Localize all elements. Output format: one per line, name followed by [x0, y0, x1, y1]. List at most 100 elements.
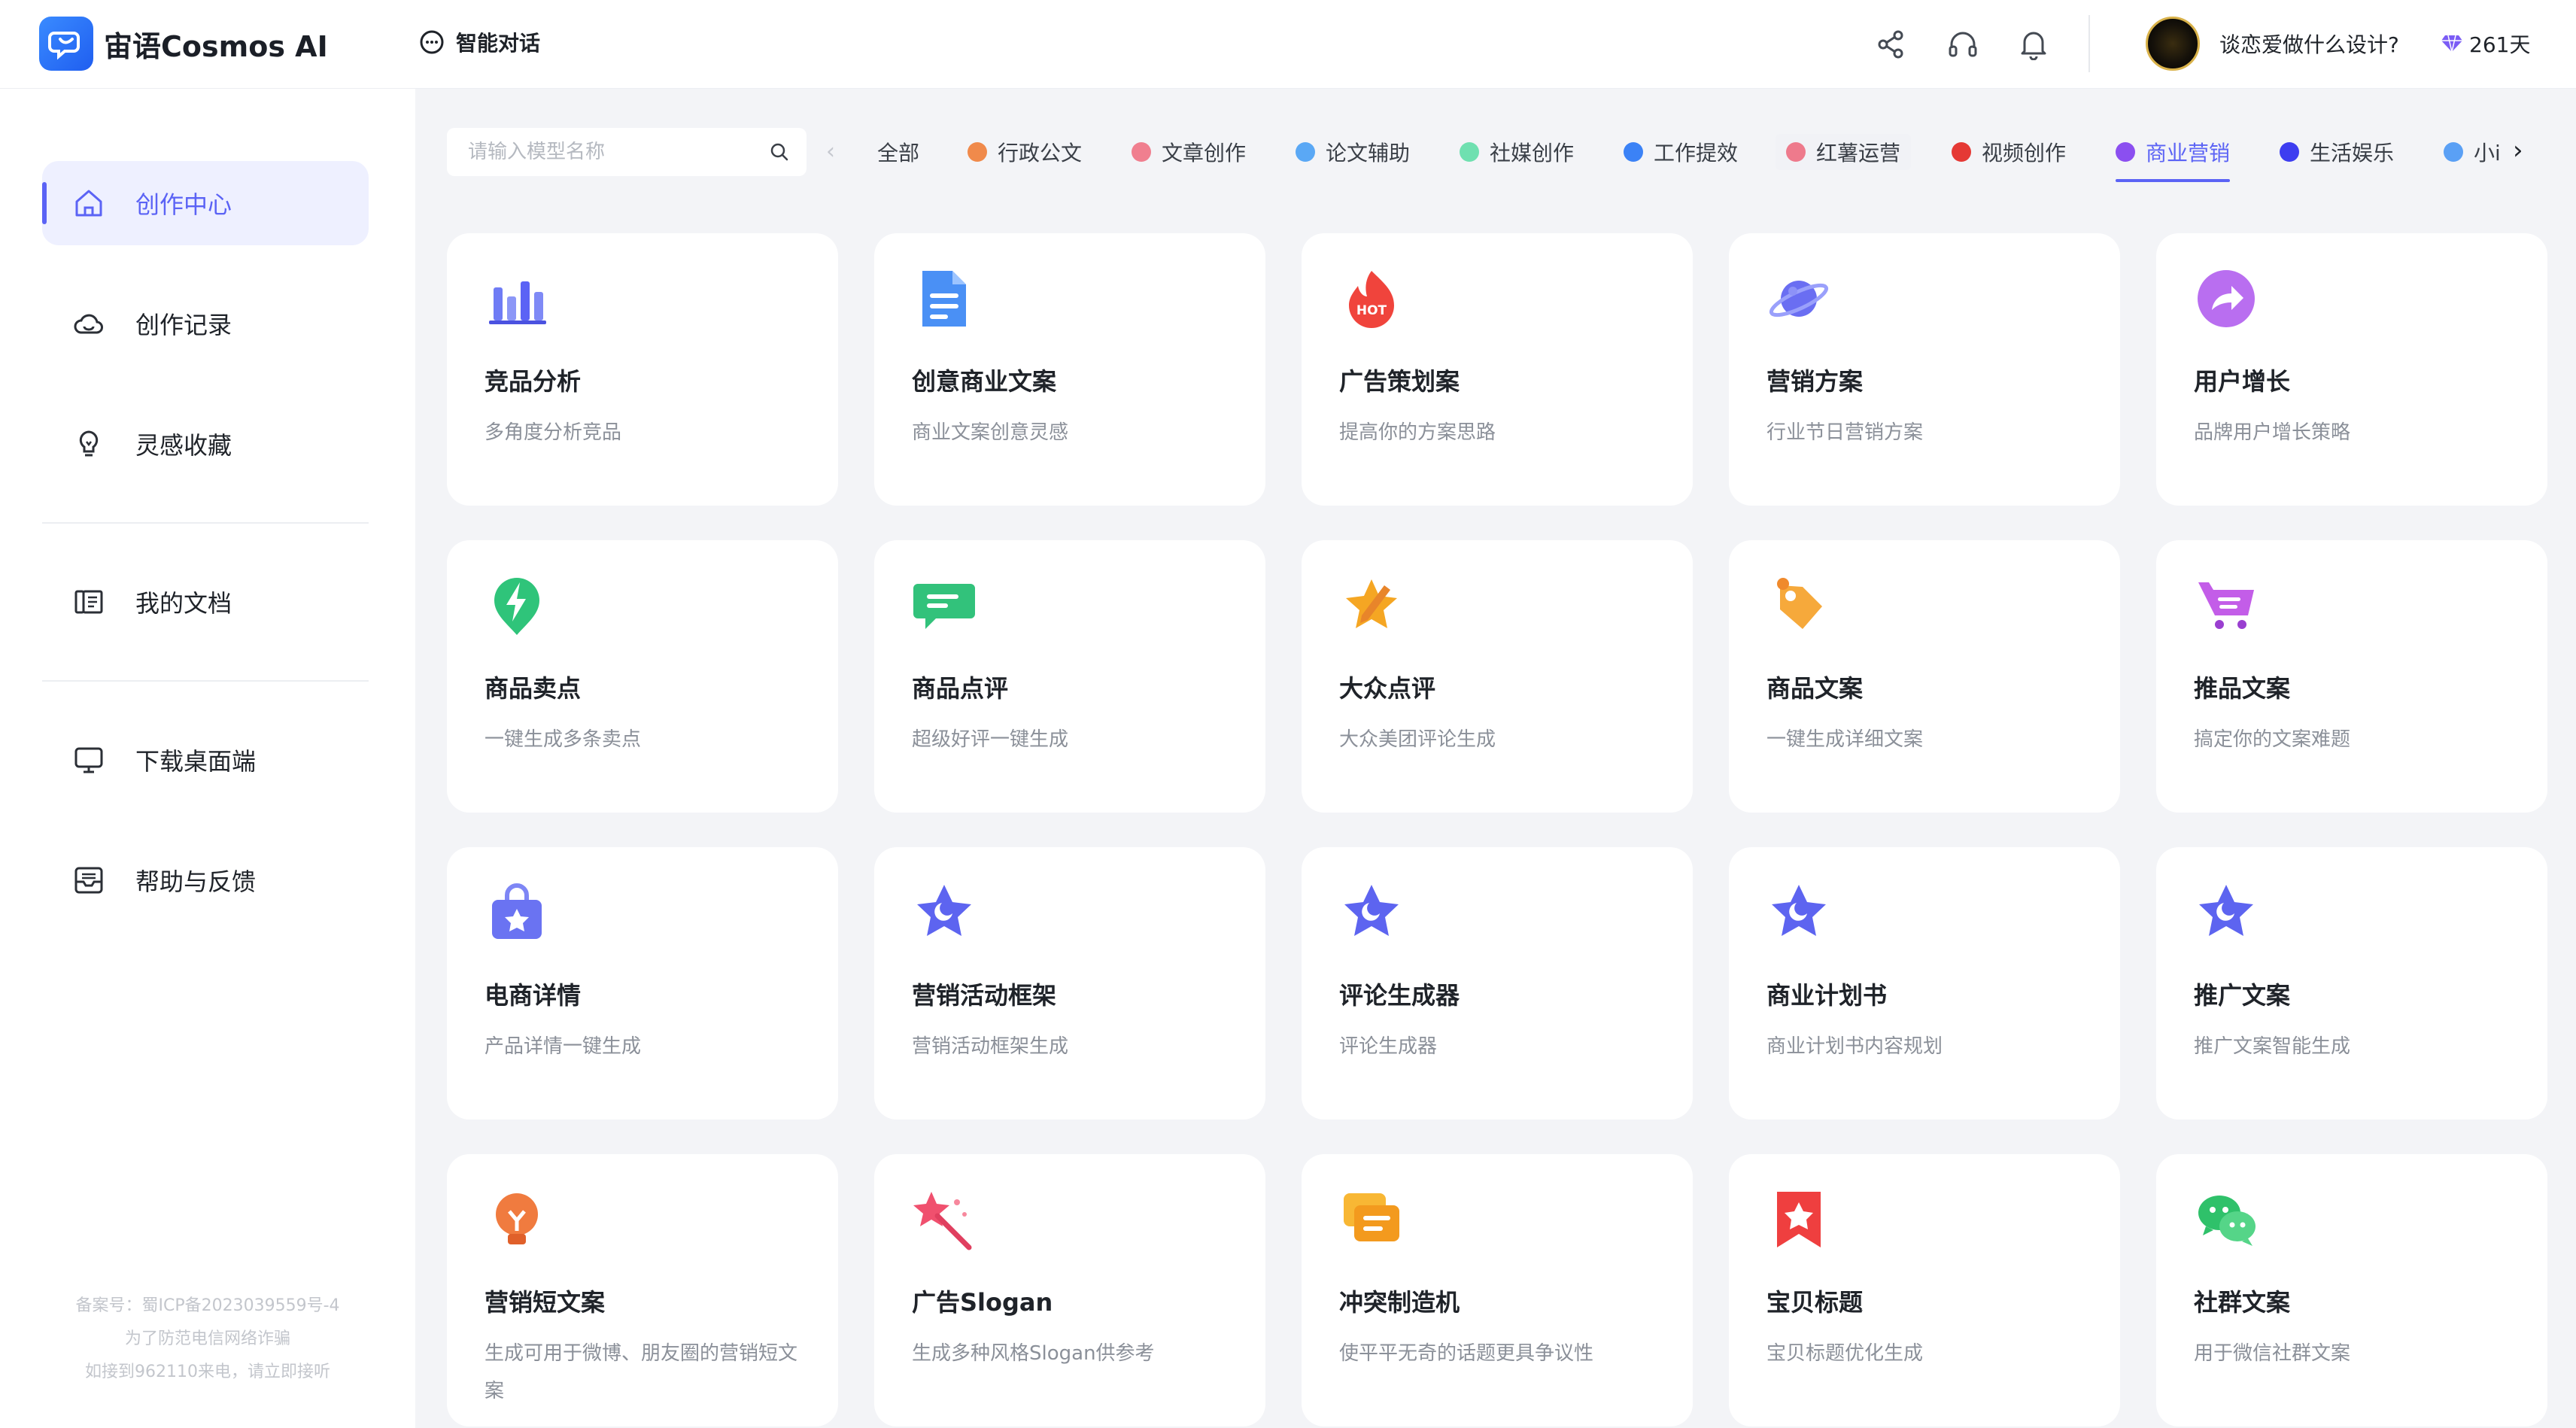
card-promotion-copy[interactable]: 推广文案 推广文案智能生成 [2156, 847, 2547, 1120]
chat-icon [420, 30, 444, 54]
svg-text:HOT: HOT [1356, 303, 1387, 318]
category-tab[interactable]: 工作提效 [1624, 134, 1738, 170]
category-tab[interactable]: 红薯运营 [1776, 134, 1912, 170]
fraud-notice-line: 为了防范电信网络诈骗 [124, 1329, 290, 1348]
category-dot [2280, 142, 2299, 162]
sidebar-item-label: 我的文档 [135, 589, 232, 618]
card-short-marketing-copy[interactable]: 营销短文案 生成可用于微博、朋友圈的营销短文案 [447, 1154, 838, 1426]
star-moon-icon [1772, 885, 1826, 936]
card-ad-planning[interactable]: HOT 广告策划案 提高你的方案思路 [1302, 233, 1693, 506]
document-icon [74, 590, 103, 614]
card-competitor-analysis[interactable]: 竞品分析 多角度分析竞品 [447, 233, 838, 506]
app-logo[interactable]: 宙语Cosmos AI [39, 17, 328, 71]
card-product-copy[interactable]: 商品文案 一键生成详细文案 [1729, 540, 2120, 813]
card-title: 商品文案 [1766, 674, 1864, 703]
hot-flame-icon: HOT [1349, 271, 1394, 328]
sidebar-divider [42, 680, 369, 682]
card-review-generator[interactable]: 评论生成器 评论生成器 [1302, 847, 1693, 1120]
category-tab[interactable]: 生活娱乐 [2280, 134, 2394, 170]
sidebar-item-documents[interactable]: 我的文档 [42, 560, 369, 644]
category-dot [1296, 142, 1315, 162]
category-dot [1786, 142, 1806, 162]
username[interactable]: 谈恋爱做什么设计? [2219, 29, 2399, 59]
share-icon[interactable] [1873, 27, 1908, 62]
wechat-icon [2198, 1196, 2256, 1246]
cart-icon [2198, 582, 2254, 629]
card-desc: 品牌用户增长策略 [2194, 421, 2351, 444]
card-marketing-plan[interactable]: 营销方案 行业节日营销方案 [1729, 233, 2120, 506]
card-desc: 营销活动框架生成 [912, 1035, 1069, 1058]
monitor-icon [74, 747, 103, 773]
card-title: 评论生成器 [1339, 981, 1460, 1010]
icp-footer: 备案号：蜀ICP备2023039559号-4 为了防范电信网络诈骗 如接到962… [0, 1290, 415, 1389]
category-tab[interactable]: 视频创作 [1952, 134, 2066, 170]
card-desc: 提高你的方案思路 [1339, 421, 1496, 444]
category-tab[interactable]: 小i [2444, 134, 2501, 170]
card-business-plan[interactable]: 商业计划书 商业计划书内容规划 [1729, 847, 2120, 1120]
search-icon[interactable] [769, 141, 790, 163]
card-creative-copy[interactable]: 创意商业文案 商业文案创意灵感 [874, 233, 1265, 506]
card-user-growth[interactable]: 用户增长 品牌用户增长策略 [2156, 233, 2547, 506]
sidebar-item-download-desktop[interactable]: 下载桌面端 [42, 718, 369, 802]
category-next-icon[interactable]: › [2513, 135, 2523, 166]
card-desc: 宝贝标题优化生成 [1766, 1342, 1924, 1365]
category-tab[interactable]: 社媒创作 [1460, 134, 1574, 170]
card-recommend-copy[interactable]: 推品文案 搞定你的文案难题 [2156, 540, 2547, 813]
sidebar-item-label: 创作中心 [135, 190, 232, 219]
card-ad-slogan[interactable]: 广告Slogan 生成多种风格Slogan供参考 [874, 1154, 1265, 1426]
bookmark-icon [1777, 1192, 1821, 1247]
sidebar-item-help-feedback[interactable]: 帮助与反馈 [42, 838, 369, 922]
shopping-bag-icon [492, 883, 542, 939]
bulb-icon [79, 430, 99, 457]
icp-line[interactable]: 备案号：蜀ICP备2023039559号-4 [0, 1290, 415, 1323]
headphones-icon[interactable] [1946, 27, 1980, 62]
product-tag-icon [1777, 578, 1822, 629]
card-desc: 生成多种风格Slogan供参考 [912, 1342, 1155, 1365]
card-desc: 大众美团评论生成 [1339, 728, 1496, 751]
card-campaign-framework[interactable]: 营销活动框架 营销活动框架生成 [874, 847, 1265, 1120]
card-item-title[interactable]: 宝贝标题 宝贝标题优化生成 [1729, 1154, 2120, 1426]
card-title: 营销方案 [1766, 367, 1864, 396]
search-input[interactable] [468, 141, 769, 163]
card-ecommerce-detail[interactable]: 电商详情 产品详情一键生成 [447, 847, 838, 1120]
card-product-review[interactable]: 商品点评 超级好评一键生成 [874, 540, 1265, 813]
bell-icon[interactable] [2016, 27, 2051, 62]
card-community-copy[interactable]: 社群文案 用于微信社群文案 [2156, 1154, 2547, 1426]
category-dot [1624, 142, 1643, 162]
avatar[interactable] [2146, 17, 2200, 71]
card-title: 推广文案 [2194, 981, 2291, 1010]
card-selling-points[interactable]: 商品卖点 一键生成多条卖点 [447, 540, 838, 813]
card-desc: 超级好评一键生成 [912, 728, 1069, 751]
category-dot [1460, 142, 1479, 162]
card-title: 商业计划书 [1766, 981, 1888, 1010]
sidebar-item-favorites[interactable]: 灵感收藏 [42, 402, 369, 486]
category-tab[interactable]: 行政公文 [968, 134, 1082, 170]
category-label: 小i [2474, 141, 2501, 166]
card-desc: 多角度分析竞品 [485, 421, 622, 444]
nav-smart-chat[interactable]: 智能对话 [418, 27, 540, 57]
app-title: 宙语Cosmos AI [104, 29, 328, 63]
category-tab[interactable]: 论文辅助 [1296, 134, 1410, 170]
lightning-pin-icon [494, 578, 539, 635]
category-label: 红薯运营 [1816, 141, 1901, 166]
category-tab-all[interactable]: 全部 [877, 134, 919, 170]
planet-icon [1769, 281, 1829, 318]
sidebar-item-history[interactable]: 创作记录 [42, 281, 369, 366]
model-search[interactable] [447, 128, 807, 176]
card-conflict-maker[interactable]: 冲突制造机 使平平无奇的话题更具争议性 [1302, 1154, 1693, 1426]
home-icon [75, 190, 102, 217]
bulb-icon [496, 1193, 538, 1244]
vip-badge[interactable]: 261天 [2441, 29, 2530, 59]
category-tab[interactable]: 文章创作 [1132, 134, 1246, 170]
card-desc: 商业计划书内容规划 [1766, 1035, 1943, 1058]
card-desc: 一键生成详细文案 [1766, 728, 1924, 751]
category-tab-active[interactable]: 商业营销 [2116, 134, 2231, 182]
category-label: 视频创作 [1982, 141, 2067, 166]
category-prev-icon[interactable]: ‹ [826, 138, 835, 165]
sidebar-item-creation-center[interactable]: 创作中心 [42, 161, 369, 245]
message-icon [1344, 1193, 1399, 1241]
card-desc: 产品详情一键生成 [485, 1035, 642, 1058]
card-dianping-review[interactable]: 大众点评 大众美团评论生成 [1302, 540, 1693, 813]
sidebar-divider [42, 522, 369, 524]
document-icon [922, 271, 966, 327]
